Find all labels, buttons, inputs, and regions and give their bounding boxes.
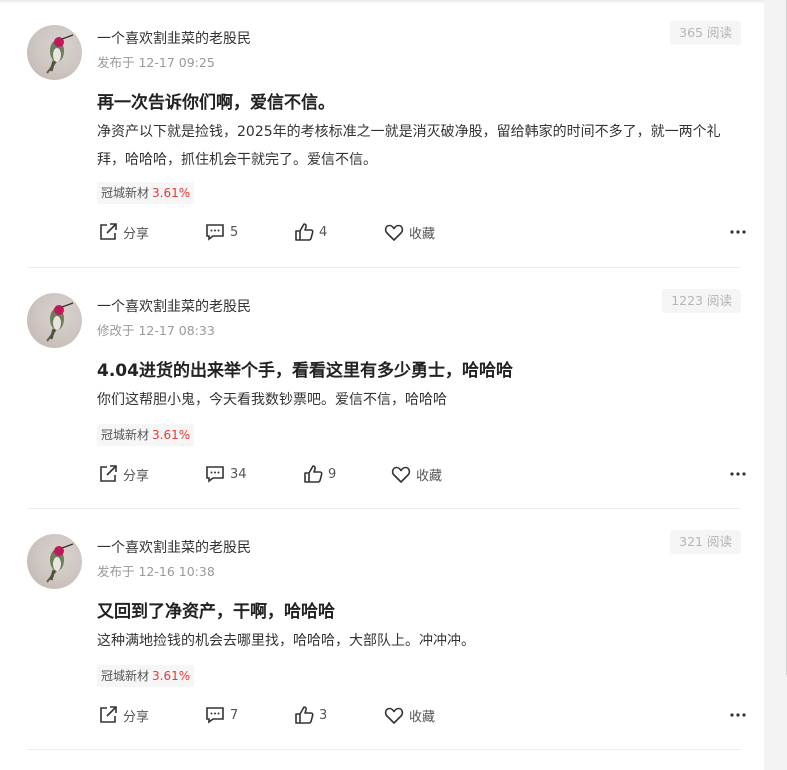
- hummingbird-avatar-icon: [46, 34, 74, 74]
- like-icon: [304, 465, 323, 483]
- collect-label: 收藏: [416, 468, 443, 484]
- share-button[interactable]: 分享: [97, 702, 149, 728]
- collect-heart-icon: [384, 224, 404, 241]
- hummingbird-avatar-icon: [46, 543, 74, 583]
- avatar[interactable]: [27, 25, 82, 80]
- comment-button[interactable]: 5: [204, 219, 238, 245]
- comment-count: 5: [230, 224, 239, 240]
- share-button[interactable]: 分享: [97, 461, 149, 487]
- stock-tag[interactable]: 冠城新材 3.61%: [97, 665, 195, 687]
- share-label: 分享: [123, 709, 150, 725]
- comment-button[interactable]: 34: [204, 461, 247, 487]
- stock-tag-name: 冠城新材: [101, 428, 150, 442]
- stock-tag-change: 3.61%: [152, 186, 191, 200]
- share-icon: [100, 465, 117, 482]
- stock-tag-change: 3.61%: [152, 428, 191, 442]
- stock-tag-change: 3.61%: [152, 669, 191, 683]
- avatar[interactable]: [27, 534, 82, 589]
- stock-tag-name: 冠城新材: [101, 186, 150, 200]
- collect-button[interactable]: 收藏: [390, 461, 442, 487]
- comment-icon: [206, 224, 224, 241]
- stock-tag-name: 冠城新材: [101, 669, 150, 683]
- share-label: 分享: [123, 226, 150, 242]
- like-count: 9: [328, 466, 337, 482]
- like-button[interactable]: 3: [293, 702, 327, 728]
- post-time: 发布于 12-17 09:25: [97, 55, 215, 70]
- post-time: 修改于 12-17 08:33: [97, 323, 215, 338]
- post-divider: [27, 749, 741, 750]
- collect-button[interactable]: 收藏: [383, 219, 435, 245]
- stock-tag[interactable]: 冠城新材 3.61%: [97, 424, 195, 446]
- share-icon: [100, 706, 117, 723]
- collect-heart-icon: [384, 707, 404, 724]
- like-button[interactable]: 9: [302, 461, 336, 487]
- like-count: 3: [319, 707, 328, 723]
- more-icon: [730, 230, 746, 234]
- comment-button[interactable]: 7: [204, 702, 238, 728]
- share-button[interactable]: 分享: [97, 219, 149, 245]
- comment-count: 34: [230, 466, 247, 482]
- post-content[interactable]: 你们这帮胆小鬼，今天看我数钞票吧。爱信不信，哈哈哈: [97, 386, 747, 414]
- post-time: 发布于 12-16 10:38: [97, 564, 215, 579]
- read-count-badge: 321 阅读: [670, 530, 741, 554]
- more-button[interactable]: [729, 219, 747, 245]
- collect-button[interactable]: 收藏: [383, 702, 435, 728]
- action-bar: 分享 34 9 收藏: [97, 461, 747, 487]
- author-name[interactable]: 一个喜欢割韭菜的老股民: [97, 537, 251, 557]
- like-icon: [295, 706, 314, 724]
- collect-label: 收藏: [409, 226, 436, 242]
- read-count-badge: 365 阅读: [670, 21, 741, 45]
- author-name[interactable]: 一个喜欢割韭菜的老股民: [97, 296, 251, 316]
- avatar[interactable]: [27, 293, 82, 348]
- page-scroll-area[interactable]: [764, 0, 787, 770]
- action-bar: 分享 5 4 收藏: [97, 219, 747, 245]
- like-count: 4: [319, 224, 328, 240]
- post-feed: 一个喜欢割韭菜的老股民 发布于 12-17 09:25 365 阅读 再一次告诉…: [0, 0, 764, 750]
- stock-tag[interactable]: 冠城新材 3.61%: [97, 182, 195, 204]
- read-count-badge: 1223 阅读: [662, 289, 741, 313]
- post-title[interactable]: 又回到了净资产，干啊，哈哈哈: [97, 597, 335, 622]
- share-label: 分享: [123, 468, 150, 484]
- more-icon: [730, 713, 746, 717]
- post-card: 一个喜欢割韭菜的老股民 发布于 12-17 09:25 365 阅读 再一次告诉…: [0, 0, 764, 268]
- more-button[interactable]: [729, 702, 747, 728]
- post-content[interactable]: 净资产以下就是捡钱，2025年的考核标准之一就是消灭破净股，留给韩家的时间不多了…: [97, 118, 747, 174]
- author-name[interactable]: 一个喜欢割韭菜的老股民: [97, 28, 251, 48]
- post-card: 一个喜欢割韭菜的老股民 发布于 12-16 10:38 321 阅读 又回到了净…: [0, 509, 764, 750]
- post-title[interactable]: 4.04进货的出来举个手，看看这里有多少勇士，哈哈哈: [97, 356, 513, 381]
- collect-heart-icon: [391, 466, 411, 483]
- post-card: 一个喜欢割韭菜的老股民 修改于 12-17 08:33 1223 阅读 4.04…: [0, 268, 764, 509]
- more-button[interactable]: [729, 461, 747, 487]
- action-bar: 分享 7 3 收藏: [97, 702, 747, 728]
- comment-count: 7: [230, 707, 239, 723]
- collect-label: 收藏: [409, 709, 436, 725]
- more-icon: [730, 472, 746, 476]
- comment-icon: [206, 466, 224, 483]
- like-icon: [295, 223, 314, 241]
- like-button[interactable]: 4: [293, 219, 327, 245]
- post-content[interactable]: 这种满地捡钱的机会去哪里找，哈哈哈，大部队上。冲冲冲。: [97, 627, 747, 655]
- comment-icon: [206, 707, 224, 724]
- hummingbird-avatar-icon: [46, 302, 74, 342]
- share-icon: [100, 223, 117, 240]
- post-title[interactable]: 再一次告诉你们啊，爱信不信。: [97, 88, 335, 113]
